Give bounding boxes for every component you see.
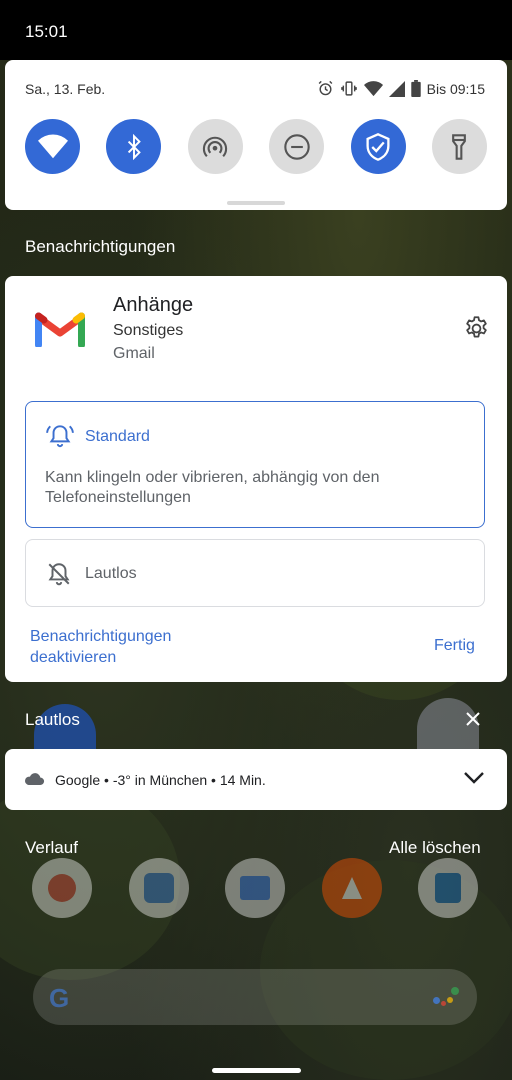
app-icon-travel <box>128 858 189 918</box>
gear-icon[interactable] <box>463 315 490 342</box>
status-clock: 15:01 <box>25 22 68 41</box>
done-button[interactable]: Fertig <box>434 637 475 655</box>
app-name: Gmail <box>113 345 155 362</box>
weather-notification[interactable]: Google • -3° in München • 14 Min. <box>5 749 507 810</box>
tile-shield[interactable] <box>350 119 406 174</box>
cell-signal-icon <box>388 80 405 97</box>
app-icon-outlook <box>418 858 478 918</box>
app-icon-fruit <box>32 858 92 918</box>
tile-bluetooth[interactable] <box>106 119 162 174</box>
google-g-icon: G <box>49 983 70 1013</box>
notification-settings-card: Anhänge Sonstiges Gmail Standard Kann kl… <box>5 276 507 682</box>
status-bar: 15:01 <box>0 0 512 60</box>
gesture-nav-handle[interactable] <box>212 1068 301 1073</box>
option-standard[interactable]: Standard Kann klingeln oder vibrieren, a… <box>25 401 485 528</box>
history-label[interactable]: Verlauf <box>25 838 78 858</box>
standard-title: Standard <box>85 428 150 445</box>
tile-do-not-disturb[interactable] <box>269 119 325 174</box>
qs-date[interactable]: Sa., 13. Feb. <box>25 81 105 97</box>
bell-off-icon <box>48 563 70 586</box>
qs-status-icons: Bis 09:15 <box>317 80 485 97</box>
app-icon-news <box>225 858 285 918</box>
tile-flashlight[interactable] <box>431 119 487 174</box>
quick-settings-tiles <box>25 119 487 174</box>
tile-wifi[interactable] <box>25 119 80 174</box>
channel-category: Sonstiges <box>113 322 184 339</box>
gmail-logo <box>35 312 85 347</box>
close-icon[interactable] <box>464 710 482 728</box>
bell-ring-icon <box>46 425 74 448</box>
flashlight-icon <box>452 133 467 160</box>
battery-icon <box>410 80 421 97</box>
cloud-icon <box>25 773 45 785</box>
battery-text: Bis 09:15 <box>426 80 485 97</box>
channel-title: Anhänge <box>113 294 194 316</box>
silent-section-heading: Lautlos <box>25 710 80 729</box>
notifications-heading: Benachrichtigungen <box>25 237 176 256</box>
weather-text: Google • -3° in München • 14 Min. <box>55 772 266 788</box>
option-silent[interactable]: Lautlos <box>25 539 485 607</box>
app-icon-strava <box>321 858 382 918</box>
shield-check-icon <box>366 132 390 161</box>
quick-settings-panel: Sa., 13. Feb. Bis 09:15 <box>5 60 507 210</box>
hotspot-icon <box>203 136 228 157</box>
disable-notifications-link[interactable]: Benachrichtigungen deaktivieren <box>30 626 230 668</box>
bluetooth-icon <box>127 133 141 160</box>
google-search-bar[interactable]: G <box>33 969 477 1025</box>
wifi-icon <box>37 134 68 158</box>
tile-hotspot[interactable] <box>187 119 243 174</box>
silent-title: Lautlos <box>85 565 137 582</box>
wifi-signal-icon <box>363 80 383 96</box>
chevron-down-icon[interactable] <box>463 771 485 785</box>
standard-description: Kann klingeln oder vibrieren, abhängig v… <box>45 469 380 506</box>
alarm-icon <box>318 80 333 96</box>
qs-drag-handle[interactable] <box>227 201 285 205</box>
minus-circle-icon <box>283 133 310 160</box>
home-app-row <box>32 858 478 918</box>
assistant-icon[interactable] <box>433 985 459 1009</box>
vibrate-icon <box>340 81 357 96</box>
clear-all-button[interactable]: Alle löschen <box>389 838 481 858</box>
